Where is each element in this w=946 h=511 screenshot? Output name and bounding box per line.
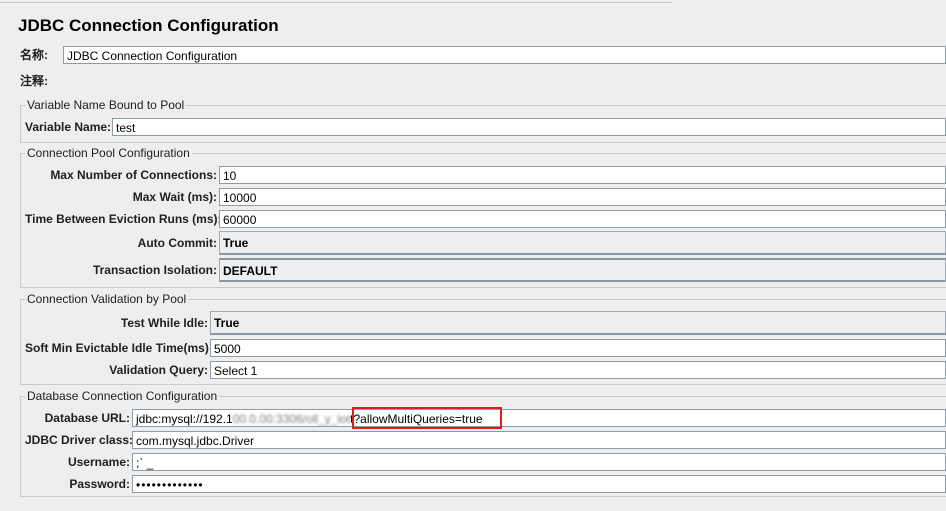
soft-min-idle-label: Soft Min Evictable Idle Time(ms): (25, 341, 213, 355)
pool-group-legend: Connection Pool Configuration (25, 146, 192, 160)
jdbc-config-panel: JDBC Connection Configuration 名称: JDBC C… (0, 0, 946, 511)
test-while-idle-select[interactable]: True (210, 311, 946, 335)
comment-field[interactable] (59, 72, 946, 90)
url-highlight-box (352, 407, 502, 429)
eviction-runs-label: Time Between Eviction Runs (ms): (25, 212, 222, 226)
username-field[interactable]: ;` _ (132, 453, 946, 471)
transaction-isolation-label: Transaction Isolation: (92, 263, 217, 277)
validation-group-legend: Connection Validation by Pool (25, 292, 189, 306)
test-while-idle-label: Test While Idle: (120, 316, 208, 330)
variable-group-legend: Variable Name Bound to Pool (25, 98, 187, 112)
database-group-legend: Database Connection Configuration (25, 389, 220, 403)
eviction-runs-field[interactable]: 60000 (219, 210, 946, 228)
page-title: JDBC Connection Configuration (18, 16, 279, 35)
password-field[interactable]: ••••••••••••• (132, 475, 946, 493)
soft-min-idle-field[interactable]: 5000 (210, 339, 946, 357)
max-wait-label: Max Wait (ms): (132, 190, 217, 204)
comment-label: 注释: (20, 74, 48, 88)
database-url-prefix: jdbc:mysql://192.1 (136, 412, 233, 426)
name-field[interactable]: JDBC Connection Configuration (63, 46, 946, 64)
username-label: Username: (67, 455, 130, 469)
database-url-label: Database URL: (44, 411, 130, 425)
database-url-redacted: 00.0.00:3306/oll_y_lot (232, 412, 351, 426)
driver-class-label: JDBC Driver class: (25, 433, 134, 447)
name-label: 名称: (20, 48, 48, 62)
transaction-isolation-select[interactable]: DEFAULT (219, 258, 946, 282)
max-connections-label: Max Number of Connections: (50, 168, 217, 182)
auto-commit-select[interactable]: True (219, 231, 946, 255)
auto-commit-label: Auto Commit: (137, 236, 217, 250)
variable-name-field[interactable]: test (112, 118, 946, 136)
top-divider (0, 2, 672, 3)
database-url-field[interactable]: jdbc:mysql://192.100.0.00:3306/oll_y_lot… (132, 409, 946, 427)
validation-query-label: Validation Query: (109, 363, 208, 377)
driver-class-field[interactable]: com.mysql.jdbc.Driver (132, 431, 946, 449)
validation-query-field[interactable]: Select 1 (210, 361, 946, 379)
max-wait-field[interactable]: 10000 (219, 188, 946, 206)
variable-name-label: Variable Name: (25, 120, 112, 134)
password-label: Password: (69, 477, 130, 491)
max-connections-field[interactable]: 10 (219, 166, 946, 184)
